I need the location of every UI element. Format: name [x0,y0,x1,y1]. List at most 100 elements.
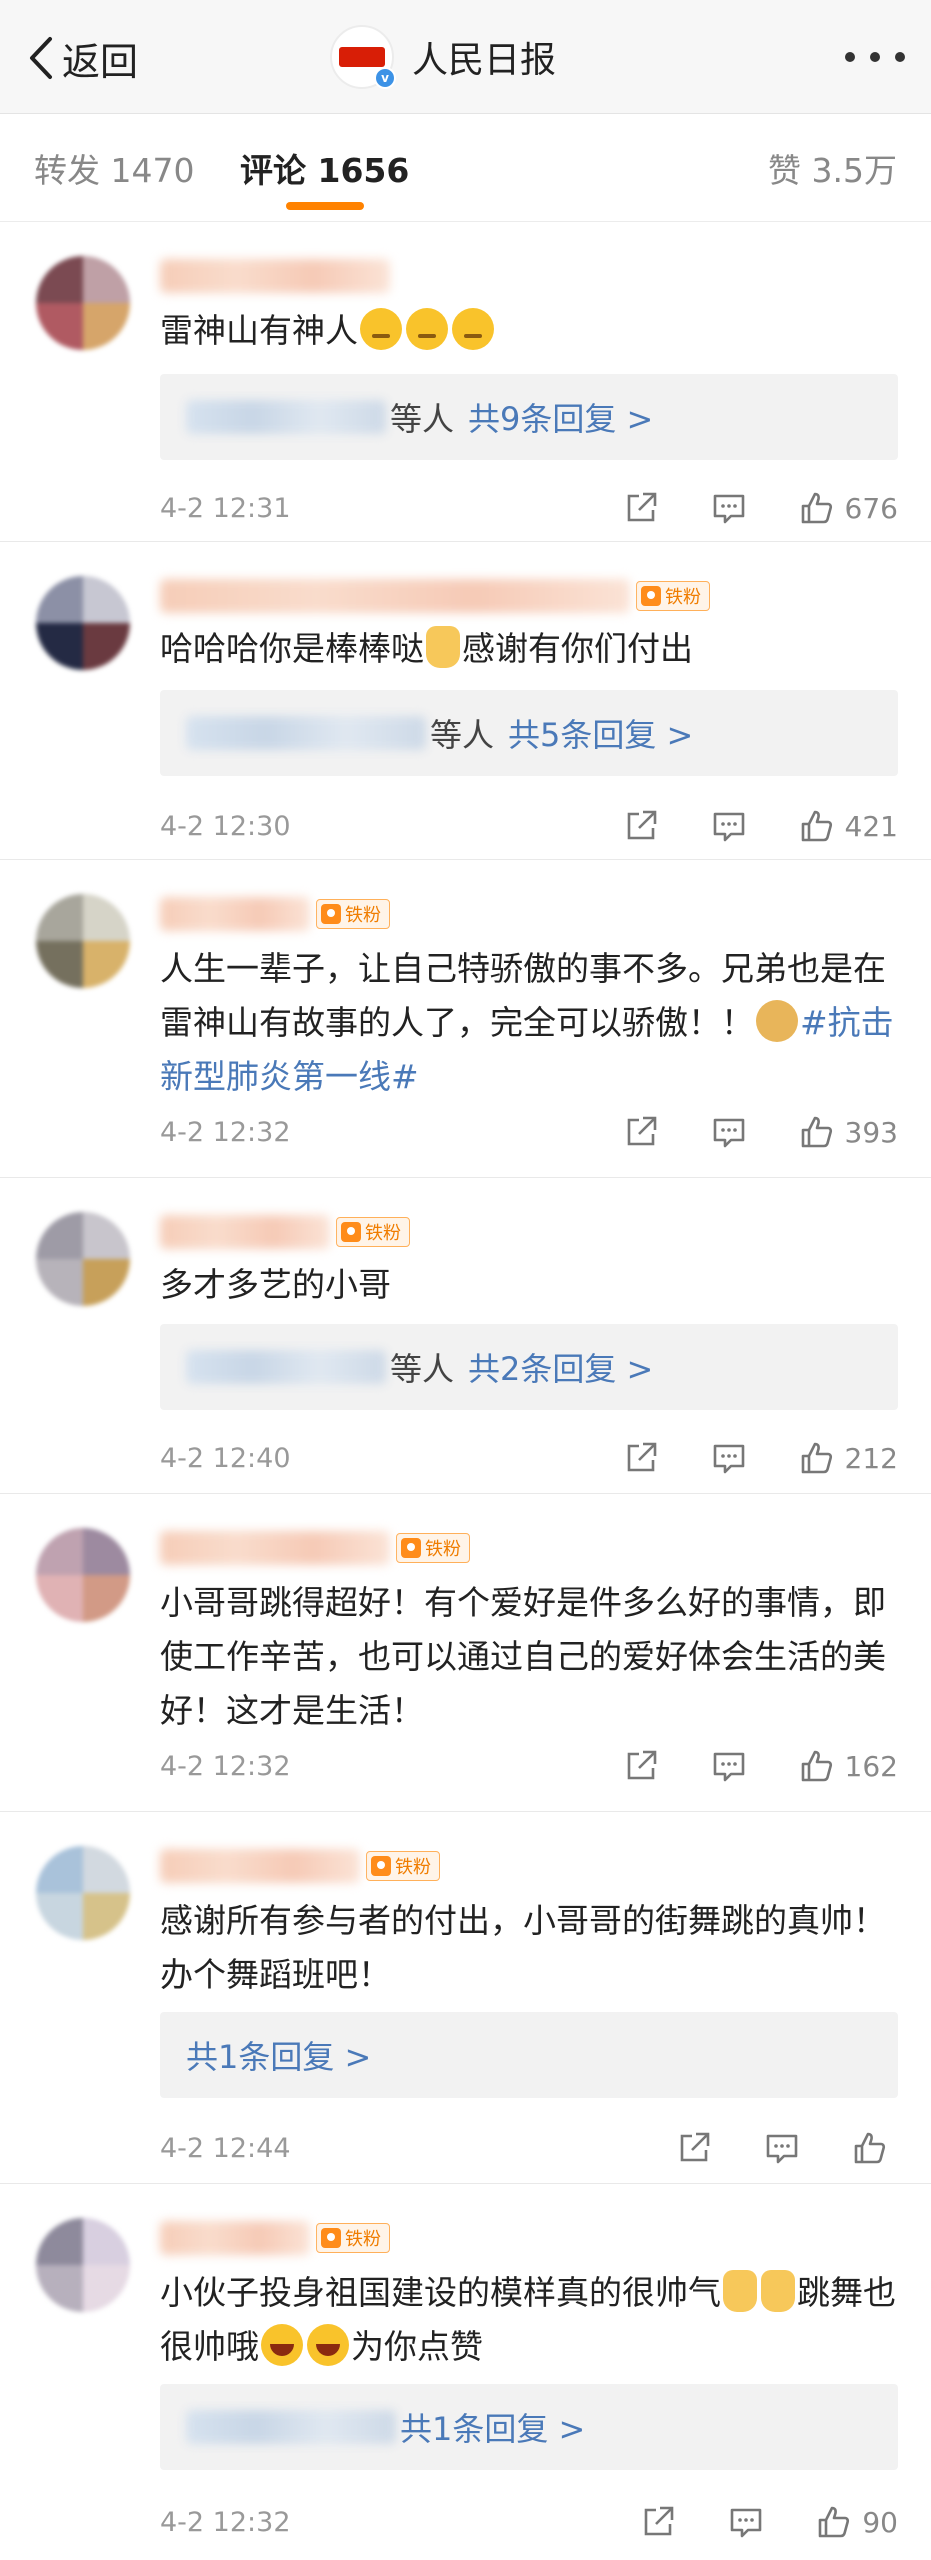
username[interactable]: 铁粉 [160,1528,470,1568]
reply-summary[interactable]: 共1条回复 > [160,2012,898,2098]
username-blurred [160,1849,360,1883]
username-blurred [160,897,310,931]
comment-item: 铁粉 小伙子投身祖国建设的模样真的很帅气 跳舞也很帅哦 为你点赞 共1条回复 > 4… [0,2184,931,2556]
doge-emoji-icon [756,1000,798,1042]
fan-badge-icon [341,1222,361,1242]
comment-item: 铁粉 感谢所有参与者的付出，小哥哥的街舞跳的真帅！办个舞蹈班吧！ 共1条回复 >… [0,1812,931,2184]
username[interactable]: 铁粉 [160,1846,440,1886]
comment-text-content: 感谢所有参与者的付出，小哥哥的街舞跳的真帅！办个舞蹈班吧！ [160,1901,886,1994]
comment-item: 雷神山有神人 等人 共9条回复 > 4-2 12:31 676 [0,222,931,542]
comment-button[interactable] [711,1114,747,1150]
thumbs-up-emoji-icon [761,2270,795,2312]
tab-bar: 转发 1470 评论 1656 赞 3.5万 [0,114,931,222]
comment-button[interactable] [711,1748,747,1784]
page-header: v 人民日报 [330,24,556,90]
share-icon [645,2506,674,2536]
reply-count-link[interactable]: 共1条回复 > [186,2032,371,2078]
thumbs-up-icon [819,2506,850,2538]
avatar[interactable] [36,256,130,350]
fan-badge-label: 铁粉 [395,1857,431,1878]
like-button[interactable]: 162 [799,1748,898,1784]
comment-list: 雷神山有神人 等人 共9条回复 > 4-2 12:31 676 铁粉 哈哈哈你是… [0,222,931,2556]
like-button[interactable]: 90 [816,2504,898,2540]
username[interactable]: 铁粉 [160,894,390,934]
back-button[interactable]: 返回 [26,30,138,86]
fan-badge: 铁粉 [336,1217,410,1247]
like-button[interactable]: 393 [799,1114,898,1150]
reply-suffix: 等人 [390,400,455,438]
comment-button[interactable] [764,2130,800,2166]
thinking-emoji-icon [406,308,448,350]
like-button[interactable]: 421 [799,808,898,844]
reply-count-link[interactable]: 共5条回复 > [508,710,693,756]
avatar[interactable] [36,1212,130,1306]
username[interactable]: 铁粉 [160,1212,410,1252]
comment-button[interactable] [711,1440,747,1476]
like-button[interactable] [852,2130,898,2166]
comment-text: 雷神山有神人 [160,304,900,358]
comment-meta: 4-2 12:30 421 [160,804,898,848]
reply-suffix: 等人 [430,716,495,754]
share-button[interactable] [623,1440,659,1476]
avatar[interactable] [36,576,130,670]
username[interactable]: 铁粉 [160,576,710,616]
comment-item: 铁粉 人生一辈子，让自己特骄傲的事不多。兄弟也是在雷神山有故事的人了，完全可以骄… [0,860,931,1178]
comment-text-part: 感谢有你们付出 [462,629,693,668]
active-tab-indicator [286,202,364,210]
comment-text: 感谢所有参与者的付出，小哥哥的街舞跳的真帅！办个舞蹈班吧！ [160,1894,900,2002]
thumbs-up-icon [801,810,832,842]
avatar[interactable] [36,1846,130,1940]
reply-summary[interactable]: 等人 共2条回复 > [160,1324,898,1410]
comment-time: 4-2 12:32 [160,2506,291,2538]
username-blurred [160,2221,310,2255]
thinking-emoji-icon [452,308,494,350]
tab-like[interactable]: 赞 3.5万 [768,144,897,194]
share-button[interactable] [676,2130,712,2166]
more-dots-icon[interactable] [845,42,905,72]
comment-actions: 676 [571,486,898,530]
fan-badge: 铁粉 [366,1851,440,1881]
thumbs-up-emoji-icon [426,626,460,668]
fan-badge-icon [321,904,341,924]
reply-count-link[interactable]: 共2条回复 > [468,1344,653,1390]
reply-summary[interactable]: 共1条回复 > [160,2384,898,2470]
reply-count-link[interactable]: 共1条回复 > [400,2404,585,2450]
fan-badge-label: 铁粉 [345,905,381,926]
avatar[interactable] [36,2218,130,2312]
fan-badge-icon [641,586,661,606]
repliers-blurred [186,716,426,750]
share-button[interactable] [623,1114,659,1150]
like-button[interactable]: 676 [799,490,898,526]
share-button[interactable] [640,2504,676,2540]
like-button[interactable]: 212 [799,1440,898,1476]
reply-count-link[interactable]: 共9条回复 > [468,394,653,440]
comment-text-part: 为你点赞 [351,2327,483,2366]
comment-text: 人生一辈子，让自己特骄傲的事不多。兄弟也是在雷神山有故事的人了，完全可以骄傲！！… [160,942,900,1104]
comment-button[interactable] [728,2504,764,2540]
share-button[interactable] [623,490,659,526]
avatar[interactable] [36,1528,130,1622]
comment-item: 铁粉 小哥哥跳得超好！有个爱好是件多么好的事情，即使工作辛苦，也可以通过自己的爱… [0,1494,931,1812]
comment-time: 4-2 12:32 [160,1116,291,1148]
comment-text: 小哥哥跳得超好！有个爱好是件多么好的事情，即使工作辛苦，也可以通过自己的爱好体会… [160,1576,900,1738]
fan-badge-icon [401,1538,421,1558]
share-button[interactable] [623,1748,659,1784]
thumbs-up-emoji-icon [723,2270,757,2312]
username[interactable] [160,256,390,296]
comment-text-part: 小伙子投身祖国建设的模样真的很帅气 [160,2273,721,2312]
comment-button[interactable] [711,490,747,526]
tab-repost[interactable]: 转发 1470 [34,144,194,194]
logo-mark [339,47,385,67]
fan-badge: 铁粉 [316,899,390,929]
repliers-blurred [186,1350,386,1384]
reply-summary[interactable]: 等人 共5条回复 > [160,690,898,776]
share-button[interactable] [623,808,659,844]
reply-summary[interactable]: 等人 共9条回复 > [160,374,898,460]
comment-actions: 421 [571,804,898,848]
avatar[interactable] [36,894,130,988]
username[interactable]: 铁粉 [160,2218,390,2258]
tab-comment[interactable]: 评论 1656 [240,144,409,194]
comment-button[interactable] [711,808,747,844]
comment-actions: 393 [571,1110,898,1154]
comment-meta: 4-2 12:44 [160,2126,898,2170]
